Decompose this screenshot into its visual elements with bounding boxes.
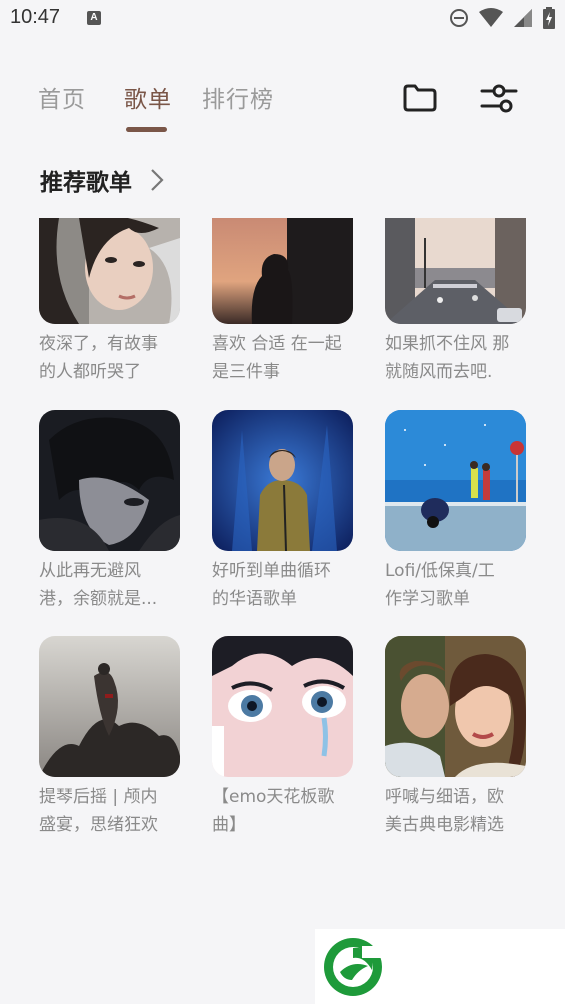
do-not-disturb-icon	[450, 9, 468, 27]
logo-area	[315, 929, 565, 1004]
filter-button[interactable]	[477, 78, 521, 118]
playlist-title: 好听到单曲循环 的华语歌单	[212, 561, 331, 609]
playlist-cover[interactable]	[385, 410, 526, 551]
playlist-card[interactable]: 如果抓不住风 那 就随风而去吧.	[385, 218, 526, 386]
battery-charging-icon	[543, 7, 555, 29]
playlist-title: 呼喊与细语，欧 美古典电影精选	[385, 787, 504, 835]
tab-home[interactable]: 首页	[38, 80, 86, 114]
playlist-card[interactable]: 夜深了，有故事 的人都听哭了	[39, 218, 180, 386]
playlist-cover[interactable]	[385, 218, 526, 324]
signal-icon	[514, 9, 532, 27]
playlist-title: 夜深了，有故事 的人都听哭了	[39, 334, 158, 382]
tab-charts[interactable]: 排行榜	[202, 80, 274, 114]
wifi-icon	[479, 8, 503, 27]
playlist-card[interactable]: Lofi/低保真/工 作学习歌单	[385, 410, 526, 613]
folder-icon	[403, 84, 437, 112]
playlist-cover[interactable]	[39, 636, 180, 777]
playlist-title: 喜欢 合适 在一起 是三件事	[212, 334, 342, 382]
playlist-cover[interactable]	[212, 218, 353, 324]
playlist-title: 如果抓不住风 那 就随风而去吧.	[385, 334, 510, 382]
playlist-cover[interactable]	[39, 410, 180, 551]
status-bar: 10:47 A	[0, 0, 565, 38]
playlist-card[interactable]: 呼喊与细语，欧 美古典电影精选	[385, 636, 526, 839]
status-icons	[449, 7, 555, 29]
top-nav: 首页 歌单 排行榜	[0, 70, 565, 140]
playlist-title: Lofi/低保真/工 作学习歌单	[385, 561, 495, 609]
chevron-right-icon[interactable]	[148, 167, 166, 193]
status-time: 10:47	[10, 6, 61, 28]
playlist-title: 【emo天花板歌 曲】	[212, 787, 335, 835]
active-tab-indicator	[126, 127, 167, 132]
folder-button[interactable]	[398, 78, 442, 118]
playlist-cover[interactable]	[39, 218, 180, 324]
playlist-cover[interactable]	[212, 636, 353, 777]
playlist-title: 提琴后摇 | 颅内 盛宴，思绪狂欢	[39, 787, 158, 835]
playlist-cover[interactable]	[212, 410, 353, 551]
playlist-cover[interactable]	[385, 636, 526, 777]
playlist-card[interactable]: 提琴后摇 | 颅内 盛宴，思绪狂欢	[39, 636, 180, 839]
filter-sliders-icon	[480, 84, 518, 113]
playlist-card[interactable]: 喜欢 合适 在一起 是三件事	[212, 218, 353, 386]
playlist-card[interactable]: 从此再无避风 港，余额就是...	[39, 410, 180, 613]
app-notification-icon: A	[87, 11, 101, 25]
leaf-logo-icon	[324, 938, 384, 996]
playlist-card[interactable]: 好听到单曲循环 的华语歌单	[212, 410, 353, 613]
tab-playlists[interactable]: 歌单	[124, 80, 172, 114]
playlist-card[interactable]: 【emo天花板歌 曲】	[212, 636, 353, 839]
playlist-title: 从此再无避风 港，余额就是...	[39, 561, 158, 609]
section-title[interactable]: 推荐歌单	[40, 163, 132, 197]
